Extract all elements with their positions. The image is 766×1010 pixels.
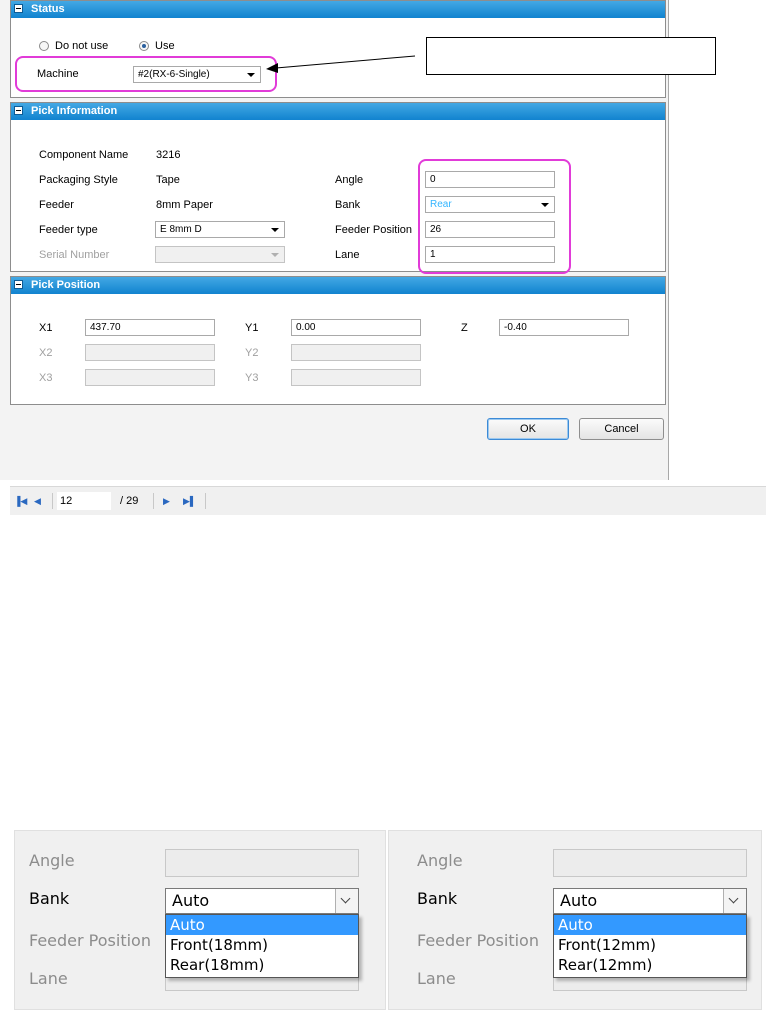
- collapse-icon[interactable]: [14, 4, 23, 13]
- do-not-use-label[interactable]: Do not use: [55, 40, 108, 52]
- pick-position-title: Pick Position: [31, 279, 101, 291]
- machine-highlight: [15, 56, 277, 92]
- callout-arrow: [266, 55, 416, 73]
- y2-label: Y2: [245, 347, 259, 359]
- pick-position-section: Pick Position X1 437.70 Y1 0.00 Z -0.40 …: [10, 276, 666, 405]
- last-page-icon[interactable]: ▶▌: [183, 496, 196, 506]
- y2-input[interactable]: [291, 344, 421, 361]
- x3-input[interactable]: [85, 369, 215, 386]
- bank-combobox[interactable]: Auto: [553, 888, 747, 914]
- separator: [52, 493, 53, 509]
- serial-number-label: Serial Number: [39, 249, 110, 261]
- bank-dropdown-panel-12mm: Angle Bank Auto Feeder Position Lane Aut…: [388, 830, 762, 1010]
- bank-option-front[interactable]: Front(18mm): [166, 935, 358, 955]
- feeder-position-label: Feeder Position: [29, 931, 151, 950]
- pick-fields-highlight: [418, 159, 571, 274]
- feeder-label: Feeder: [39, 199, 74, 211]
- bank-option-auto[interactable]: Auto: [166, 915, 358, 935]
- pick-information-header[interactable]: Pick Information: [11, 103, 665, 120]
- record-navigator: ▐◀ ◀ 12 / 29 ▶ ▶▌: [10, 486, 766, 515]
- chevron-down-icon[interactable]: [335, 889, 358, 913]
- status-section: Status Do not use Use Machine #2(RX-6-Si…: [10, 0, 716, 98]
- bank-combobox[interactable]: Auto: [165, 888, 359, 914]
- pick-position-header[interactable]: Pick Position: [11, 277, 665, 294]
- angle-input[interactable]: [165, 849, 359, 877]
- y3-label: Y3: [245, 372, 259, 384]
- angle-label: Angle: [335, 174, 364, 186]
- first-page-icon[interactable]: ▐◀: [14, 496, 27, 506]
- bank-option-rear[interactable]: Rear(12mm): [554, 955, 746, 975]
- y1-input[interactable]: 0.00: [291, 319, 421, 336]
- ok-button[interactable]: OK: [487, 418, 569, 440]
- collapse-icon[interactable]: [14, 280, 23, 289]
- chevron-down-icon[interactable]: [723, 889, 746, 913]
- use-label[interactable]: Use: [155, 40, 175, 52]
- x2-label: X2: [39, 347, 53, 359]
- page-number-input[interactable]: 12: [57, 492, 111, 510]
- total-pages: / 29: [120, 495, 139, 507]
- serial-number-dropdown[interactable]: [155, 246, 285, 263]
- bank-label: Bank: [29, 889, 70, 908]
- component-name-label: Component Name: [39, 149, 129, 161]
- feeder-type-dropdown[interactable]: E 8mm D: [155, 221, 285, 238]
- x1-input[interactable]: 437.70: [85, 319, 215, 336]
- chevron-down-icon: [271, 253, 279, 257]
- prev-page-icon[interactable]: ◀: [34, 496, 41, 506]
- callout-box: [426, 37, 716, 75]
- separator: [205, 493, 206, 509]
- packaging-style-label: Packaging Style: [39, 174, 118, 186]
- bank-selected-value: Auto: [172, 891, 210, 910]
- bank-selected-value: Auto: [560, 891, 598, 910]
- feeder-type-value: E 8mm D: [160, 224, 202, 235]
- feeder-type-label: Feeder type: [39, 224, 98, 236]
- angle-input[interactable]: [553, 849, 747, 877]
- feeder-position-label: Feeder Position: [335, 224, 413, 236]
- feeder-value: 8mm Paper: [156, 199, 213, 211]
- cancel-button[interactable]: Cancel: [579, 418, 664, 440]
- component-name-value: 3216: [156, 149, 181, 161]
- lane-label: Lane: [417, 969, 456, 988]
- feeder-position-label: Feeder Position: [417, 931, 539, 950]
- status-title: Status: [31, 3, 65, 15]
- use-radio[interactable]: [139, 41, 149, 51]
- lane-label: Lane: [335, 249, 360, 261]
- status-header[interactable]: Status: [11, 1, 665, 18]
- bank-dropdown-panel-18mm: Angle Bank Auto Feeder Position Lane Aut…: [14, 830, 386, 1010]
- x1-label: X1: [39, 322, 53, 334]
- bank-option-auto[interactable]: Auto: [554, 915, 746, 935]
- z-label: Z: [461, 322, 468, 334]
- separator: [153, 493, 154, 509]
- bank-option-list: Auto Front(12mm) Rear(12mm): [553, 914, 747, 978]
- bank-option-front[interactable]: Front(12mm): [554, 935, 746, 955]
- x3-label: X3: [39, 372, 53, 384]
- bank-label: Bank: [417, 889, 458, 908]
- y3-input[interactable]: [291, 369, 421, 386]
- collapse-icon[interactable]: [14, 106, 23, 115]
- pick-information-section: Pick Information Component Name 3216 Pac…: [10, 102, 666, 274]
- angle-label: Angle: [29, 851, 75, 870]
- packaging-style-value: Tape: [156, 174, 180, 186]
- angle-label: Angle: [417, 851, 463, 870]
- y1-label: Y1: [245, 322, 259, 334]
- bank-label: Bank: [335, 199, 361, 211]
- bank-option-rear[interactable]: Rear(18mm): [166, 955, 358, 975]
- pick-settings-dialog: Status Do not use Use Machine #2(RX-6-Si…: [0, 0, 766, 515]
- bank-option-list: Auto Front(18mm) Rear(18mm): [165, 914, 359, 978]
- lane-label: Lane: [29, 969, 68, 988]
- next-page-icon[interactable]: ▶: [163, 496, 170, 506]
- pick-information-title: Pick Information: [31, 105, 118, 117]
- z-input[interactable]: -0.40: [499, 319, 629, 336]
- x2-input[interactable]: [85, 344, 215, 361]
- do-not-use-radio[interactable]: [39, 41, 49, 51]
- chevron-down-icon: [271, 228, 279, 232]
